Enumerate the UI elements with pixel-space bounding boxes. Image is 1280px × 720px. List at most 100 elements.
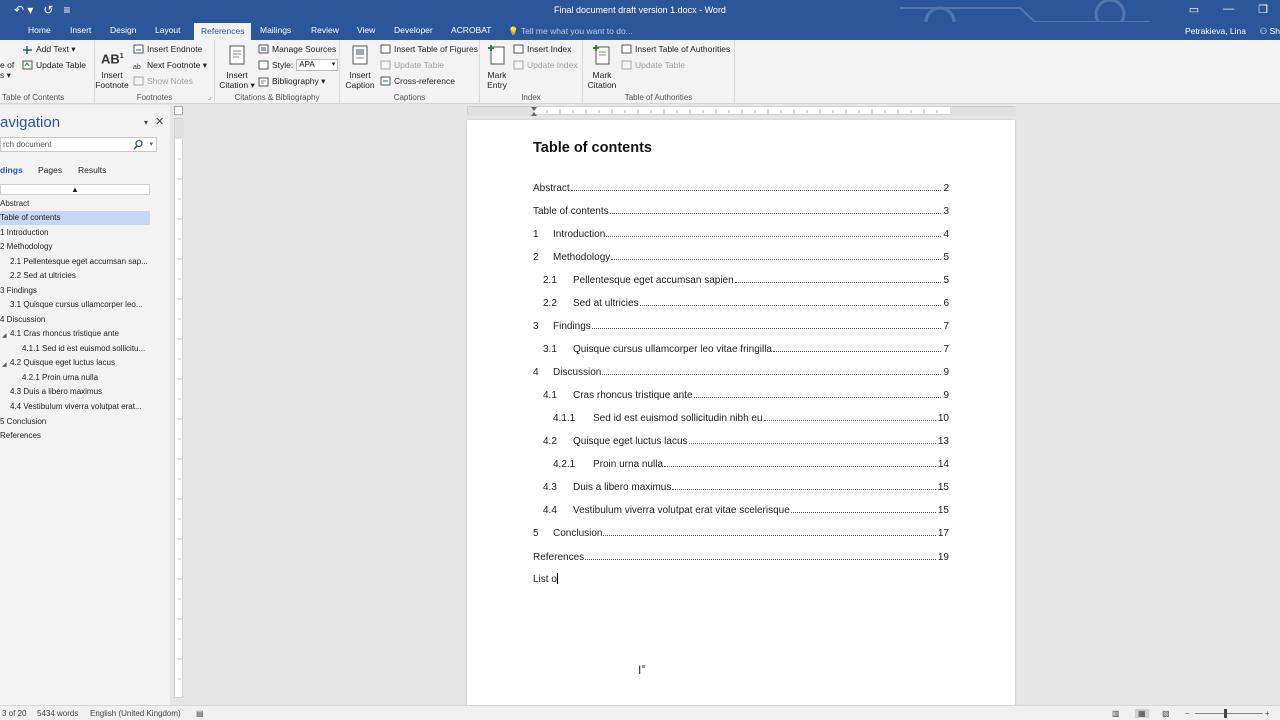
- toc-entry[interactable]: Abstract 2: [533, 180, 949, 194]
- page-count[interactable]: 3 of 20: [2, 709, 26, 718]
- ribbon-display-options-icon[interactable]: ▭: [1189, 3, 1199, 16]
- heading-4-2[interactable]: 4.2 Quisque eget luctus lacus: [0, 356, 115, 370]
- heading-abstract[interactable]: Abstract: [0, 197, 29, 211]
- macro-recording-icon[interactable]: ▤: [196, 709, 204, 718]
- document-page[interactable]: Table of contents Abstract 2 Table of con…: [467, 120, 1015, 710]
- heading-conclusion[interactable]: 5 Conclusion: [0, 415, 46, 429]
- mark-citation-button[interactable]: Mark Citation: [586, 44, 618, 90]
- toc-entry[interactable]: 4.2.1 Proin urna nulla 14: [533, 456, 949, 470]
- heading-4-4[interactable]: 4.4 Vestibulum viverra volutpat erat...: [0, 400, 142, 414]
- heading-references[interactable]: References: [0, 429, 41, 443]
- pane-options-icon[interactable]: ▾: [144, 118, 148, 127]
- read-mode-icon[interactable]: ▥: [1112, 709, 1120, 718]
- bibliography-button[interactable]: Bibliography ▾: [258, 76, 325, 87]
- word-count[interactable]: 5434 words: [37, 709, 78, 718]
- insert-table-of-authorities-button[interactable]: Insert Table of Authorities: [621, 44, 730, 54]
- toc-entry[interactable]: 3.1 Quisque cursus ullamcorper leo vitae …: [533, 341, 949, 355]
- tab-acrobat[interactable]: ACROBAT: [451, 25, 491, 35]
- user-name[interactable]: Petrakieva, Lina: [1185, 26, 1246, 36]
- tab-insert[interactable]: Insert: [70, 25, 91, 35]
- show-notes-button[interactable]: Show Notes: [133, 76, 193, 86]
- heading-4-3[interactable]: 4.3 Duis a libero maximus: [0, 385, 102, 399]
- horizontal-ruler[interactable]: [467, 106, 1016, 116]
- tab-pages[interactable]: Pages: [38, 165, 62, 175]
- update-table-authorities-button[interactable]: Update Table: [621, 60, 685, 70]
- heading-findings[interactable]: 3 Findings: [0, 284, 37, 298]
- insert-table-of-figures-button[interactable]: Insert Table of Figures: [380, 44, 478, 54]
- restore-icon[interactable]: ❐: [1258, 3, 1268, 16]
- update-index-button[interactable]: Update Index: [513, 60, 578, 70]
- toc-entry[interactable]: References 19: [533, 549, 949, 563]
- table-of-contents-button[interactable]: e of s ▾: [0, 60, 16, 80]
- toc-entry[interactable]: 5 Conclusion 17: [533, 525, 949, 539]
- heading-4-1[interactable]: 4.1 Cras rhoncus tristique ante: [0, 327, 119, 341]
- style-dropdown[interactable]: Style: APA ▾: [258, 59, 339, 71]
- heading-4-2-1[interactable]: 4.2.1 Proin urna nulla: [0, 371, 98, 385]
- heading-methodology[interactable]: 2 Methodology: [0, 240, 52, 254]
- heading-table-of-contents[interactable]: Table of contents: [0, 211, 150, 225]
- toc-entry[interactable]: 3 Findings 7: [533, 318, 949, 332]
- toc-entry[interactable]: 2.2 Sed at ultricies 6: [533, 295, 949, 309]
- footnotes-dialog-launcher-icon[interactable]: ⌟: [208, 93, 211, 101]
- toc-entry[interactable]: 2.1 Pellentesque eget accumsan sapien 5: [533, 272, 949, 286]
- insert-index-button[interactable]: Insert Index: [513, 44, 571, 54]
- share-button[interactable]: ⚇ Sh: [1260, 26, 1280, 37]
- tab-references[interactable]: References: [194, 23, 252, 40]
- tab-mailings[interactable]: Mailings: [260, 25, 291, 35]
- tab-view[interactable]: View: [357, 25, 375, 35]
- update-table-figures-button[interactable]: Update Table: [380, 60, 444, 70]
- mark-entry-button[interactable]: Mark Entry: [483, 44, 511, 90]
- next-footnote-button[interactable]: ab Next Footnote ▾: [133, 60, 207, 71]
- toc-entry[interactable]: 1 Introduction 4: [533, 226, 949, 240]
- heading-2-1[interactable]: 2.1 Pellentesque eget accumsan sap...: [0, 255, 148, 269]
- expand-triangle-icon[interactable]: ◢: [2, 332, 7, 339]
- heading-introduction[interactable]: 1 Introduction: [0, 226, 48, 240]
- insert-footnote-button[interactable]: AB1 Insert Footnote: [95, 46, 129, 90]
- tab-results[interactable]: Results: [78, 165, 106, 175]
- toc-entry[interactable]: 4.3 Duis a libero maximus 15: [533, 479, 949, 493]
- toc-entry[interactable]: 4 Discussion 9: [533, 364, 949, 378]
- print-layout-icon[interactable]: ▦: [1135, 709, 1149, 718]
- add-text-button[interactable]: Add Text ▾: [22, 44, 76, 55]
- heading-4-1-1[interactable]: 4.1.1 Sed id est euismod sollicitu...: [0, 342, 145, 356]
- toc-entry[interactable]: 4.4 Vestibulum viverra volutpat erat vita…: [533, 502, 949, 516]
- heading-2-2[interactable]: 2.2 Sed at ultricies: [0, 269, 76, 283]
- manage-sources-button[interactable]: Manage Sources: [258, 44, 336, 54]
- toc-entry[interactable]: Table of contents 3: [533, 203, 949, 217]
- update-table-button[interactable]: Update Table: [22, 60, 86, 70]
- insert-endnote-button[interactable]: Insert Endnote: [133, 44, 202, 54]
- expand-triangle-icon[interactable]: ◢: [2, 361, 7, 368]
- tab-review[interactable]: Review: [311, 25, 339, 35]
- web-layout-icon[interactable]: ▧: [1162, 709, 1170, 718]
- heading-discussion[interactable]: 4 Discussion: [0, 313, 45, 327]
- toc-entry[interactable]: 4.1.1 Sed id est euismod sollicitudin nib…: [533, 410, 949, 424]
- search-document-field[interactable]: rch document ▾: [0, 137, 157, 152]
- minimize-icon[interactable]: —: [1223, 3, 1234, 16]
- tab-developer[interactable]: Developer: [394, 25, 433, 35]
- tab-selector[interactable]: [174, 106, 183, 115]
- toc-entry[interactable]: 4.2 Quisque eget luctus lacus 13: [533, 433, 949, 447]
- zoom-in-button[interactable]: +: [1265, 709, 1270, 718]
- vertical-ruler[interactable]: [174, 118, 184, 698]
- cross-reference-button[interactable]: Cross-reference: [380, 76, 455, 86]
- zoom-out-button[interactable]: −: [1185, 709, 1190, 718]
- toc-entry[interactable]: 4.1 Cras rhoncus tristique ante 9: [533, 387, 949, 401]
- zoom-slider-track[interactable]: [1195, 713, 1263, 714]
- zoom-slider-thumb[interactable]: [1224, 709, 1227, 718]
- tab-home[interactable]: Home: [28, 25, 51, 35]
- style-combo[interactable]: APA ▾: [296, 59, 339, 71]
- toc-entry[interactable]: 2 Methodology 5: [533, 249, 949, 263]
- close-icon[interactable]: ✕: [155, 116, 164, 128]
- heading-3-1[interactable]: 3.1 Quisque cursus ullamcorper leo...: [0, 298, 143, 312]
- insert-caption-button[interactable]: Insert Caption: [343, 44, 377, 90]
- search-icon[interactable]: [133, 139, 144, 150]
- language-status[interactable]: English (United Kingdom): [90, 709, 181, 718]
- collapse-all-button[interactable]: ▲: [0, 184, 150, 195]
- insert-citation-button[interactable]: Insert Citation ▾: [219, 44, 255, 90]
- tab-design[interactable]: Design: [110, 25, 136, 35]
- tell-me-search[interactable]: 💡 Tell me what you want to do...: [508, 26, 633, 37]
- tab-layout[interactable]: Layout: [155, 25, 181, 35]
- tab-headings[interactable]: dings: [0, 165, 23, 175]
- search-options-icon[interactable]: ▾: [149, 138, 153, 151]
- typed-text[interactable]: List o: [533, 573, 558, 585]
